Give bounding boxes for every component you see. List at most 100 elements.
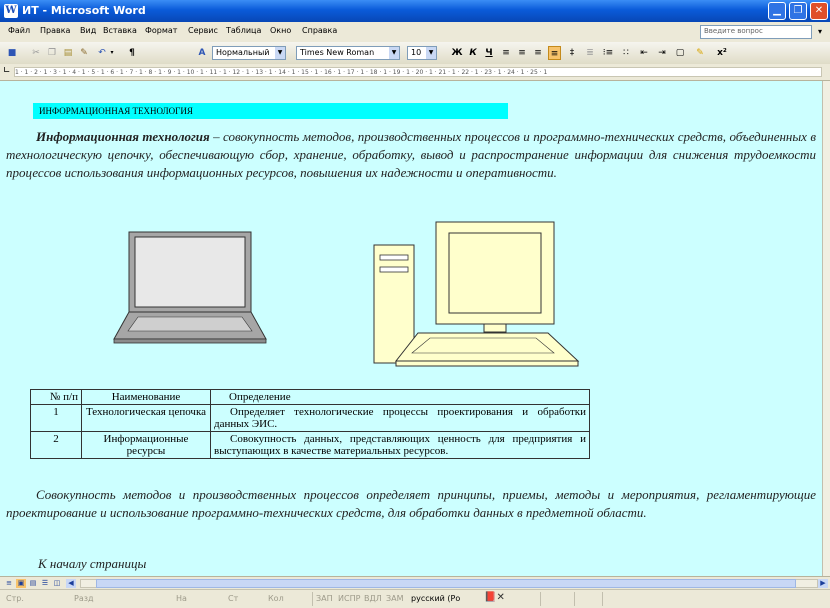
font-size-select[interactable]: 10 ▼ bbox=[407, 46, 437, 60]
table-cell-name: Технологическая цепочка bbox=[81, 404, 211, 432]
increase-indent-icon[interactable]: ⇥ bbox=[656, 46, 668, 60]
table-cell-number: 1 bbox=[30, 404, 82, 432]
status-separator bbox=[540, 592, 541, 606]
styles-icon[interactable]: A bbox=[196, 46, 208, 60]
menu-edit[interactable]: Правка bbox=[40, 26, 70, 35]
justify-icon[interactable]: ≡ bbox=[548, 46, 561, 60]
definition-paragraph: Информационная технология – совокупность… bbox=[6, 128, 816, 182]
menu-tools[interactable]: Сервис bbox=[188, 26, 218, 35]
font-size-dropdown-icon[interactable]: ▼ bbox=[426, 47, 436, 59]
align-center-icon[interactable]: ≡ bbox=[516, 46, 528, 60]
status-extend[interactable]: ВДЛ bbox=[364, 594, 382, 603]
format-painter-icon[interactable]: ✎ bbox=[78, 46, 90, 60]
status-section: Разд bbox=[74, 594, 94, 603]
status-language[interactable]: русский (Ро bbox=[411, 594, 460, 603]
normal-view-icon[interactable]: ≡ bbox=[4, 579, 14, 588]
cut-icon[interactable]: ✂ bbox=[30, 46, 42, 60]
window-title: ИТ - Microsoft Word bbox=[22, 4, 146, 17]
ask-dropdown-icon[interactable]: ▾ bbox=[818, 27, 822, 36]
table-header-row: № п/п Наименование Определение bbox=[30, 389, 590, 405]
restore-button[interactable]: ❐ bbox=[789, 2, 807, 20]
definitions-table: № п/п Наименование Определение 1 Техноло… bbox=[30, 389, 590, 459]
status-bar: Стр. Разд На Ст Кол ЗАП ИСПР ВДЛ ЗАМ рус… bbox=[0, 589, 830, 608]
title-bar: W ИТ - Microsoft Word ▁ ❐ ✕ bbox=[0, 0, 830, 22]
top-of-page-link[interactable]: К началу страницы bbox=[38, 555, 338, 573]
term-text: Информационная технология bbox=[36, 129, 210, 144]
table-header-definition: Определение bbox=[210, 389, 590, 405]
bullet-list-icon[interactable]: ∷ bbox=[620, 46, 632, 60]
copy-icon[interactable]: ❐ bbox=[46, 46, 58, 60]
view-bar: ≡ ▣ ▤ ☰ ◫ ◀ ▶ bbox=[0, 576, 830, 590]
status-record[interactable]: ЗАП bbox=[316, 594, 333, 603]
status-separator bbox=[312, 592, 313, 606]
status-overtype[interactable]: ЗАМ bbox=[386, 594, 404, 603]
style-select[interactable]: Нормальный ▼ bbox=[212, 46, 286, 60]
table-row: 1 Технологическая цепочка Определяет тех… bbox=[30, 404, 590, 432]
highlight-icon[interactable]: ✎ bbox=[694, 46, 706, 60]
scroll-right-icon[interactable]: ▶ bbox=[818, 579, 828, 588]
line-spacing-icon[interactable]: ‡ bbox=[566, 46, 578, 60]
tab-selector-icon[interactable]: ∟ bbox=[3, 66, 11, 76]
bold-icon[interactable]: Ж bbox=[451, 46, 463, 60]
table-row: 2 Информационные ресурсы Совокупность да… bbox=[30, 431, 590, 459]
ruler-scale: 1 · 1 · 2 · 1 · 3 · 1 · 4 · 1 · 5 · 1 · … bbox=[14, 67, 822, 77]
laptop-illustration bbox=[113, 231, 267, 344]
minimize-button[interactable]: ▁ bbox=[768, 2, 786, 20]
font-dropdown-icon[interactable]: ▼ bbox=[389, 47, 399, 59]
superscript-icon[interactable]: x² bbox=[716, 46, 728, 60]
undo-icon[interactable]: ↶ bbox=[96, 46, 108, 60]
style-value: Нормальный bbox=[216, 48, 270, 57]
table-header-name: Наименование bbox=[81, 389, 211, 405]
undo-dropdown-icon[interactable]: ▾ bbox=[108, 46, 116, 60]
summary-paragraph: Совокупность методов и производственных … bbox=[6, 487, 816, 520]
menu-insert[interactable]: Вставка bbox=[103, 26, 137, 35]
menu-file[interactable]: Файл bbox=[8, 26, 30, 35]
outline-view-icon[interactable]: ☰ bbox=[40, 579, 50, 588]
status-column: Кол bbox=[268, 594, 284, 603]
spelling-status-icon[interactable]: 📕✕ bbox=[484, 592, 505, 603]
numbered-list-icon[interactable]: ⁝≡ bbox=[602, 46, 614, 60]
web-view-icon[interactable]: ▣ bbox=[16, 579, 26, 588]
document-page[interactable]: ИНФОРМАЦИОННАЯ ТЕХНОЛОГИЯ Информационная… bbox=[0, 81, 822, 576]
paste-icon[interactable]: ▤ bbox=[62, 46, 74, 60]
menu-table[interactable]: Таблица bbox=[226, 26, 261, 35]
save-icon[interactable]: ■ bbox=[6, 46, 18, 60]
formatting-toolbar: ■ ✂ ❐ ▤ ✎ ↶ ▾ ¶ A Нормальный ▼ Times New … bbox=[0, 42, 830, 65]
horizontal-scroll-thumb[interactable] bbox=[96, 579, 796, 588]
table-cell-definition: Определяет технологические процессы прое… bbox=[210, 404, 590, 432]
menu-help[interactable]: Справка bbox=[302, 26, 337, 35]
align-left-icon[interactable]: ≡ bbox=[500, 46, 512, 60]
menu-view[interactable]: Вид bbox=[80, 26, 96, 35]
font-select[interactable]: Times New Roman ▼ bbox=[296, 46, 400, 60]
desktop-computer-illustration bbox=[373, 221, 580, 367]
menu-bar: Файл Правка Вид Вставка Формат Сервис Та… bbox=[0, 22, 830, 42]
close-button[interactable]: ✕ bbox=[810, 2, 828, 20]
horizontal-ruler[interactable]: ∟ 1 · 1 · 2 · 1 · 3 · 1 · 4 · 1 · 5 · 1 … bbox=[0, 64, 830, 81]
style-dropdown-icon[interactable]: ▼ bbox=[275, 47, 285, 59]
vertical-scrollbar[interactable] bbox=[822, 81, 830, 576]
table-cell-definition: Совокупность данных, представляющих ценн… bbox=[210, 431, 590, 459]
table-cell-number: 2 bbox=[30, 431, 82, 459]
ask-question-field[interactable]: Введите вопрос bbox=[700, 25, 812, 39]
scroll-left-icon[interactable]: ◀ bbox=[66, 579, 76, 588]
table-header-number: № п/п bbox=[30, 389, 82, 405]
reading-view-icon[interactable]: ◫ bbox=[52, 579, 62, 588]
document-heading: ИНФОРМАЦИОННАЯ ТЕХНОЛОГИЯ bbox=[33, 103, 508, 119]
menu-format[interactable]: Формат bbox=[145, 26, 177, 35]
align-right-icon[interactable]: ≡ bbox=[532, 46, 544, 60]
pilcrow-icon[interactable]: ¶ bbox=[126, 46, 138, 60]
status-page: Стр. bbox=[6, 594, 24, 603]
italic-icon[interactable]: К bbox=[467, 46, 479, 60]
decrease-indent-icon[interactable]: ⇤ bbox=[638, 46, 650, 60]
status-line: Ст bbox=[228, 594, 239, 603]
status-track-changes[interactable]: ИСПР bbox=[338, 594, 360, 603]
print-view-icon[interactable]: ▤ bbox=[28, 579, 38, 588]
distributed-icon[interactable]: ≣ bbox=[584, 46, 596, 60]
menu-window[interactable]: Окно bbox=[270, 26, 291, 35]
borders-icon[interactable]: ▢ bbox=[674, 46, 686, 60]
underline-icon[interactable]: Ч bbox=[483, 46, 495, 60]
status-separator bbox=[602, 592, 603, 606]
table-cell-name: Информационные ресурсы bbox=[81, 431, 211, 459]
word-app-icon[interactable]: W bbox=[4, 4, 18, 18]
font-value: Times New Roman bbox=[300, 48, 375, 57]
